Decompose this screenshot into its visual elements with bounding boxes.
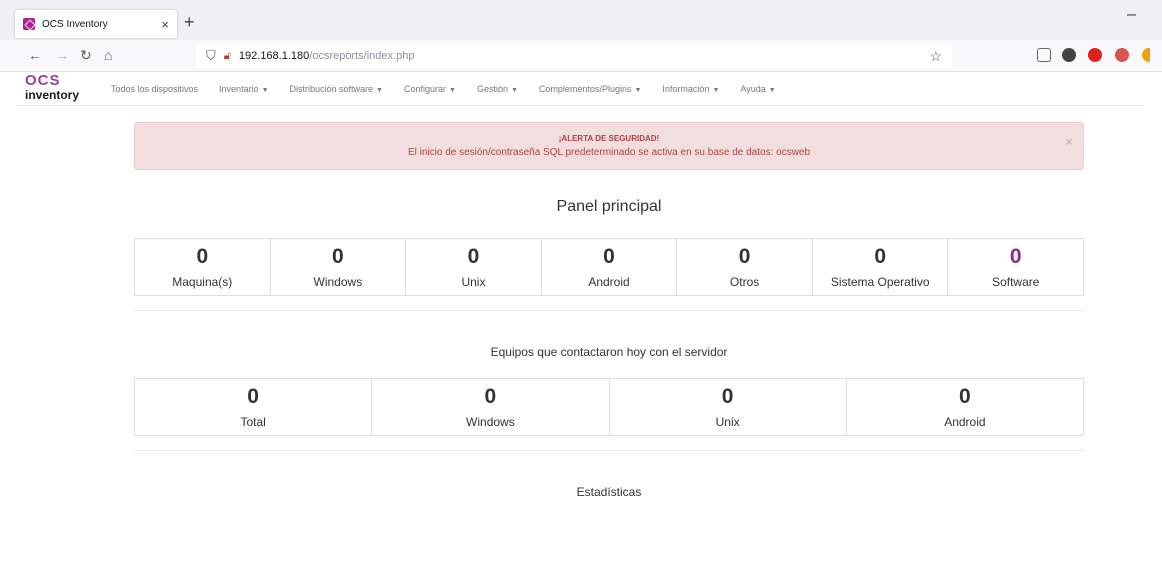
notification-extension-icon[interactable] (1115, 48, 1129, 62)
menu-item[interactable]: Configurar ▼ (404, 84, 456, 94)
opera-icon[interactable] (1088, 48, 1102, 62)
menu-item-label: Complementos/Plugins (538, 83, 632, 94)
url-bar[interactable]: ⛉ 🔓︎ 192.168.1.180/ocsreports/index.php … (196, 44, 952, 68)
page-title: Panel principal (556, 198, 662, 215)
stat-box[interactable]: 0 Maquina(s) (135, 239, 271, 295)
divider (134, 450, 1084, 451)
stat-value: 0 (959, 385, 971, 408)
stat-label: Sistema Operativo (830, 275, 930, 289)
menu-item-label: Todos los dispositivos (111, 83, 199, 94)
menu-item[interactable]: Distribución software ▼ (290, 84, 383, 94)
menu-item[interactable]: Todos los dispositivos (111, 84, 198, 94)
window-minimize-button[interactable]: – (1127, 6, 1136, 24)
tab-title: OCS Inventory (42, 18, 108, 30)
stat-label: Android (588, 275, 630, 289)
reload-icon[interactable]: ↻ (80, 47, 92, 64)
stat-label: Total (240, 415, 266, 429)
stat-value: 0 (603, 245, 615, 268)
dashboard-stats: 0 Maquina(s) 0 Windows 0 Unix 0 Android 0 Otros 0 S… (134, 238, 1084, 296)
menu-item-label: Ayuda (740, 83, 766, 94)
tab-close-icon[interactable]: × (161, 17, 169, 32)
today-title: Equipos que contactaron hoy con el servi… (490, 345, 728, 359)
menu-item-label: Gestión (476, 83, 508, 94)
menu-item[interactable]: Información ▼ (662, 84, 719, 94)
stat-label: Windows (313, 275, 363, 289)
stat-label: Unix (715, 415, 740, 429)
caret-down-icon: ▼ (510, 86, 518, 94)
stat-label: Android (944, 415, 986, 429)
stat-value: 0 (484, 385, 497, 408)
stat-value: 0 (467, 245, 480, 268)
insecure-lock-icon[interactable]: 🔓︎ (224, 50, 231, 63)
url-path: /ocsreports/index.php (309, 50, 415, 62)
extension-icon[interactable] (1062, 48, 1076, 62)
pocket-icon[interactable] (1037, 48, 1051, 62)
menu-item[interactable]: Inventario ▼ (219, 84, 268, 94)
stat-label: Maquina(s) (172, 275, 233, 289)
stat-value: 0 (738, 245, 751, 268)
stat-box[interactable]: 0 Android (542, 239, 678, 295)
bookmark-star-icon[interactable]: ☆ (929, 48, 942, 65)
stat-value: 0 (332, 245, 344, 268)
browser-toolbar: ← → ↻ ⌂ ⛉ 🔓︎ 192.168.1.180/ocsreports/in… (0, 40, 1162, 72)
caret-down-icon: ▼ (261, 86, 269, 94)
stat-box[interactable]: 0 Windows (372, 379, 610, 435)
alert-title: ¡ALERTA DE SEGURIDAD! (558, 134, 660, 143)
stat-label: Software (992, 275, 1040, 289)
stat-label: Otros (729, 275, 760, 289)
extension-icon-partial[interactable] (1142, 48, 1150, 62)
stat-value: 0 (874, 245, 887, 268)
stat-box[interactable]: 0 Windows (271, 239, 407, 295)
stat-box[interactable]: 0 Software (948, 239, 1083, 295)
home-icon[interactable]: ⌂ (104, 47, 112, 63)
caret-down-icon: ▼ (768, 86, 776, 94)
alert-message: El inicio de sesión/contraseña SQL prede… (407, 147, 811, 158)
caret-down-icon: ▼ (634, 86, 642, 94)
menu-item-label: Distribución software (289, 83, 374, 94)
today-stats: 0 Total 0 Windows 0 Unix 0 Android (134, 378, 1084, 436)
caret-down-icon: ▼ (376, 86, 383, 94)
security-alert: ¡ALERTA DE SEGURIDAD! El inicio de sesió… (134, 122, 1084, 170)
caret-down-icon: ▼ (712, 86, 720, 94)
stat-box[interactable]: 0 Sistema Operativo (813, 239, 949, 295)
menu-item[interactable]: Gestión ▼ (477, 84, 518, 94)
app-navbar: OCS inventory Todos los dispositivos Inve… (15, 72, 1143, 106)
menu-item-label: Configurar (403, 83, 447, 94)
logo-bottom-text: inventory (25, 87, 80, 102)
statistics-title: Estadísticas (576, 485, 642, 499)
logo-top-text: OCS (25, 71, 61, 89)
stat-value: 0 (247, 385, 259, 408)
browser-tab-bar: OCS Inventory × + – (0, 0, 1162, 40)
forward-arrow-icon[interactable]: → (55, 47, 69, 63)
alert-close-icon[interactable]: × (1065, 134, 1073, 149)
ocs-logo[interactable]: OCS inventory (25, 71, 103, 104)
stat-box[interactable]: 0 Total (135, 379, 373, 435)
new-tab-button[interactable]: + (184, 12, 195, 33)
url-host: 192.168.1.180 (238, 50, 310, 62)
back-arrow-icon[interactable]: ← (28, 47, 42, 63)
main-menu: Todos los dispositivos Inventario ▼ Distrib… (111, 84, 797, 94)
menu-item-label: Información (662, 83, 710, 94)
menu-item-label: Inventario (219, 83, 259, 94)
menu-item[interactable]: Complementos/Plugins ▼ (539, 84, 641, 94)
browser-tab[interactable]: OCS Inventory × (15, 10, 177, 38)
divider (134, 310, 1084, 311)
stat-value: 0 (196, 245, 209, 268)
ocs-favicon-icon (23, 18, 35, 30)
stat-label: Unix (461, 275, 486, 289)
stat-label: Windows (466, 415, 515, 429)
stat-box[interactable]: 0 Unix (610, 379, 847, 435)
stat-value: 0 (721, 385, 734, 408)
shield-icon[interactable]: ⛉ (206, 48, 216, 64)
stat-box[interactable]: 0 Unix (406, 239, 542, 295)
stat-box[interactable]: 0 Android (847, 379, 1083, 435)
menu-item[interactable]: Ayuda ▼ (740, 84, 775, 94)
stat-box[interactable]: 0 Otros (677, 239, 813, 295)
stat-value: 0 (1009, 245, 1022, 268)
caret-down-icon: ▼ (449, 86, 456, 94)
